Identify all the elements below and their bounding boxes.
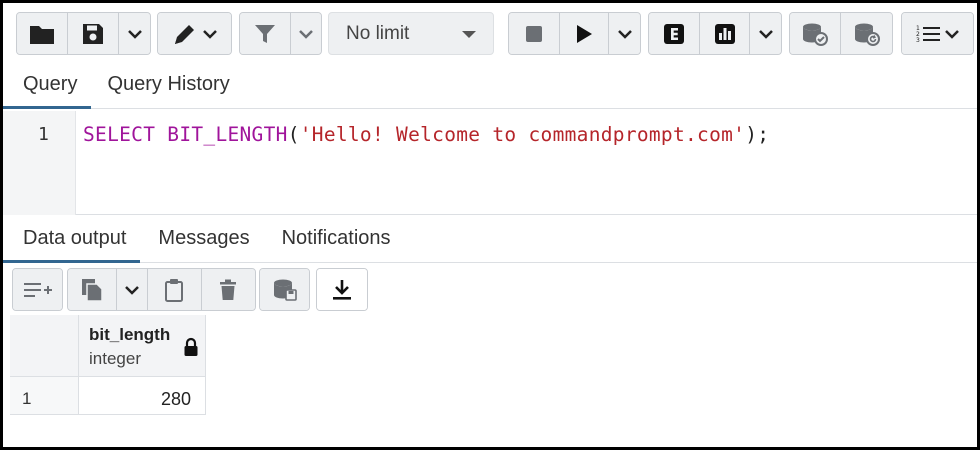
svg-text:3: 3 [916,37,920,44]
grid-corner-header[interactable] [10,315,79,377]
commit-button[interactable] [790,13,842,54]
filter-button-group [239,12,322,55]
chevron-down-icon [298,29,313,39]
edit-dropdown-button[interactable] [158,13,231,54]
caret-down-icon [462,31,476,38]
tab-notifications[interactable]: Notifications [264,227,405,262]
explain-button-group [648,12,782,55]
row-number: 1 [22,389,32,408]
row-limit-value: No limit [346,22,410,44]
tab-query-history[interactable]: Query History [91,73,243,108]
column-type: integer [89,349,141,368]
download-group [316,268,368,311]
tab-messages-label: Messages [158,227,250,249]
cell-value: 280 [160,389,191,409]
add-row-button[interactable] [13,269,62,310]
copy-button[interactable] [68,269,118,310]
tab-query-history-label: Query History [107,73,230,95]
row-limit-select[interactable]: No limit [328,12,494,55]
copy-icon [82,278,103,302]
data-output-toolbar [3,265,977,315]
rollback-button[interactable] [841,13,892,54]
lock-icon [184,337,198,356]
query-tool-window: No limit 1 2 3 Query Query History 1 SEL… [0,0,980,450]
save-data-group [259,268,310,311]
filter-options-dropdown[interactable] [290,13,321,54]
play-icon [577,24,593,43]
column-header-bit-length[interactable]: bit_length integer [79,315,206,377]
rollback-icon [854,23,880,46]
clipboard-icon [165,278,184,302]
chevron-down-icon [125,285,140,295]
filter-button[interactable] [240,13,291,54]
tab-query[interactable]: Query [3,73,92,109]
chevron-down-icon [617,29,632,39]
cancel-query-button[interactable] [509,13,561,54]
chevron-down-icon [945,29,959,39]
tab-data-output[interactable]: Data output [3,227,141,263]
add-row-group [12,268,63,311]
explain-analyze-icon [714,23,735,44]
save-icon [83,23,104,44]
code-line: SELECT BIT_LENGTH('Hello! Welcome to com… [83,123,769,146]
execute-options-dropdown[interactable] [609,13,640,54]
add-row-icon [23,282,52,297]
macros-dropdown-button[interactable]: 123 [902,13,973,54]
paste-button[interactable] [148,269,202,310]
tab-data-output-label: Data output [23,227,127,249]
pen-icon [174,24,194,44]
table-cell[interactable]: 280 [79,377,206,415]
download-icon [333,279,351,300]
edit-button-group [157,12,232,55]
folder-icon [30,25,55,44]
explain-icon [664,23,685,44]
tab-notifications-label: Notifications [281,227,391,249]
chevron-down-icon [202,29,217,39]
explain-analyze-button[interactable] [700,13,751,54]
query-tab-bar: Query Query History [3,61,977,109]
sql-editor[interactable]: 1 SELECT BIT_LENGTH('Hello! Welcome to c… [3,111,977,215]
chevron-down-icon [758,29,773,39]
save-button[interactable] [68,13,120,54]
open-paren: ( [287,123,300,146]
sql-keyword: SELECT BIT_LENGTH [83,123,288,146]
explain-options-dropdown[interactable] [750,13,781,54]
line-number: 1 [38,124,49,145]
execute-button-group [508,12,641,55]
row-header[interactable]: 1 [10,377,79,415]
macros-icon: 123 [916,25,940,44]
line-number-gutter: 1 [3,111,76,215]
copy-options-dropdown[interactable] [117,269,149,310]
open-file-button[interactable] [17,13,69,54]
trash-icon [220,279,237,300]
query-toolbar: No limit 1 2 3 [3,3,977,63]
explain-button[interactable] [649,13,701,54]
chevron-down-icon [127,29,142,39]
save-data-icon [273,279,297,301]
close-paren-semicolon: ); [745,123,770,146]
commit-icon [803,23,828,46]
file-button-group [16,12,151,55]
macros-button-group: 123 [901,12,974,55]
transaction-button-group [789,12,893,55]
download-button[interactable] [317,269,367,310]
filter-icon [254,24,275,43]
execute-button[interactable] [560,13,610,54]
output-tab-bar: Data output Messages Notifications [3,215,977,263]
string-literal: 'Hello! Welcome to commandprompt.com' [299,123,746,146]
tab-messages[interactable]: Messages [140,227,263,262]
column-name: bit_length [89,325,171,344]
tab-query-label: Query [23,73,78,95]
save-options-dropdown[interactable] [119,13,150,54]
row-actions-group [67,268,256,311]
delete-button[interactable] [201,269,255,310]
stop-icon [526,25,543,42]
save-data-button[interactable] [260,269,309,310]
